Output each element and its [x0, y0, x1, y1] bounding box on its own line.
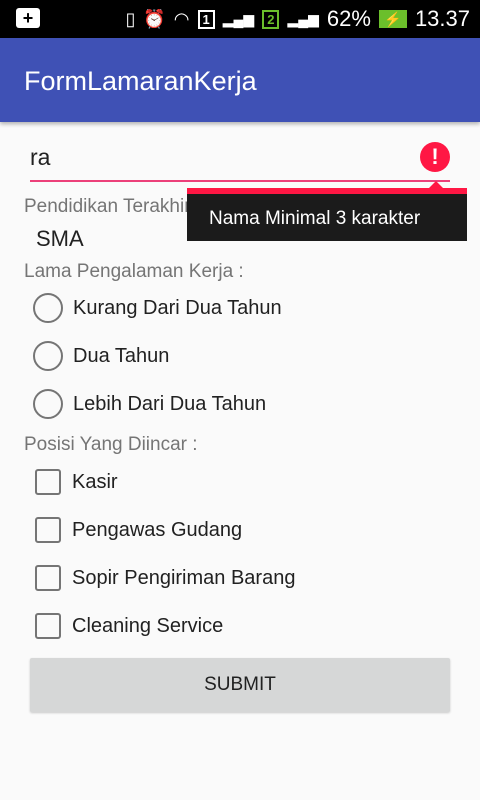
- app-title: FormLamaranKerja: [24, 66, 257, 96]
- checkbox-label: Sopir Pengiriman Barang: [72, 566, 296, 589]
- experience-label: Lama Pengalaman Kerja :: [24, 261, 244, 282]
- sim2-icon: 2: [262, 9, 280, 29]
- checkbox-option[interactable]: Cleaning Service: [35, 602, 295, 650]
- checkbox[interactable]: [35, 469, 61, 495]
- checkbox[interactable]: [35, 613, 61, 639]
- radio-label: Lebih Dari Dua Tahun: [73, 392, 267, 415]
- radio-button[interactable]: [33, 293, 63, 323]
- radio-button[interactable]: [33, 341, 63, 371]
- error-tooltip: Nama Minimal 3 karakter: [187, 181, 467, 241]
- notification-icon: +: [16, 8, 40, 28]
- checkbox-option[interactable]: Kasir: [35, 458, 295, 506]
- name-input[interactable]: ra !: [30, 138, 450, 182]
- signal-icon: ▂▄▆: [222, 10, 255, 27]
- submit-button[interactable]: SUBMIT: [30, 658, 450, 712]
- sim1-icon: 1: [197, 9, 215, 29]
- signal-icon: ▂▄▆: [287, 10, 319, 27]
- position-label: Posisi Yang Diincar :: [24, 434, 198, 455]
- clock: 13.37: [414, 6, 470, 31]
- battery-charging-icon: ⚡: [378, 10, 407, 28]
- checkbox-option[interactable]: Pengawas Gudang: [35, 506, 295, 554]
- checkbox-option[interactable]: Sopir Pengiriman Barang: [35, 554, 295, 602]
- experience-radio-group: Kurang Dari Dua Tahun Dua Tahun Lebih Da…: [33, 292, 282, 428]
- error-text: Nama Minimal 3 karakter: [209, 208, 421, 229]
- radio-button[interactable]: [33, 389, 63, 419]
- checkbox[interactable]: [35, 517, 61, 543]
- error-icon: !: [420, 142, 450, 172]
- battery-percent: 62%: [326, 6, 371, 31]
- radio-label: Dua Tahun: [73, 344, 170, 367]
- education-value: SMA: [36, 226, 84, 251]
- wifi-icon: ◠: [173, 8, 190, 29]
- radio-option[interactable]: Lebih Dari Dua Tahun: [33, 380, 282, 428]
- status-bar: + ▯ ⏰ ◠ 1 ▂▄▆ 2 ▂▄▆ 62% ⚡ 13.37: [0, 0, 480, 38]
- vibrate-icon: ▯: [125, 8, 136, 29]
- name-input-value: ra: [30, 144, 51, 170]
- radio-option[interactable]: Dua Tahun: [33, 332, 282, 380]
- radio-label: Kurang Dari Dua Tahun: [73, 296, 282, 319]
- radio-option[interactable]: Kurang Dari Dua Tahun: [33, 284, 282, 332]
- checkbox[interactable]: [35, 565, 61, 591]
- checkbox-label: Pengawas Gudang: [72, 518, 243, 541]
- position-checkbox-group: Kasir Pengawas Gudang Sopir Pengiriman B…: [35, 458, 295, 650]
- alarm-icon: ⏰: [143, 8, 166, 29]
- tooltip-arrow: [429, 181, 443, 188]
- checkbox-label: Cleaning Service: [72, 614, 224, 637]
- education-label: Pendidikan Terakhir :: [24, 196, 202, 217]
- submit-label: SUBMIT: [204, 674, 276, 695]
- app-bar: FormLamaranKerja: [0, 38, 480, 122]
- checkbox-label: Kasir: [72, 470, 118, 493]
